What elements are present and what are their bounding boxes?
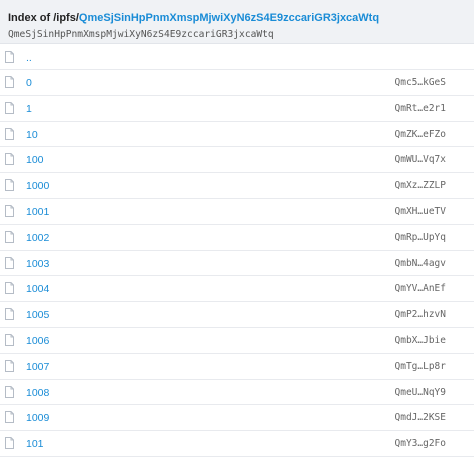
- file-hash: QmTg…Lp8r: [394, 360, 446, 372]
- file-row: 10 QmZK…eFZo: [0, 122, 474, 148]
- file-icon: [5, 204, 14, 217]
- file-row: 1005 QmP2…hzvN: [0, 302, 474, 328]
- file-row: 100 QmWU…Vq7x: [0, 147, 474, 174]
- path-link[interactable]: QmeSjSinHpPnmXmspMjwiXyN6zS4E9zccariGR3j…: [79, 12, 379, 24]
- file-row: 101 QmY3…g2Fo: [0, 431, 474, 457]
- file-icon: [5, 333, 14, 346]
- file-hash: QmXH…ueTV: [394, 205, 446, 217]
- file-name-link[interactable]: 1008: [26, 387, 49, 399]
- file-name-link[interactable]: 1: [26, 103, 32, 115]
- file-row: ..: [0, 47, 474, 70]
- file-hash: QmY3…g2Fo: [394, 438, 446, 450]
- file-row: 1000 QmXz…ZZLP: [0, 173, 474, 199]
- file-hash: QmRp…UpYq: [394, 231, 446, 243]
- file-row: 1007 QmTg…Lp8r: [0, 354, 474, 380]
- file-icon: [5, 101, 14, 114]
- file-icon: [5, 50, 14, 63]
- file-hash: QmeU…NqY9: [394, 386, 446, 398]
- file-name-link[interactable]: 1006: [26, 335, 49, 347]
- file-name-link[interactable]: 1002: [26, 232, 49, 244]
- file-icon: [5, 152, 14, 166]
- file-icon: [5, 127, 14, 140]
- file-hash: QmZK…eFZo: [394, 128, 446, 140]
- file-row: 1006 QmbX…Jbie: [0, 328, 474, 354]
- file-name-link[interactable]: 1003: [26, 258, 49, 270]
- index-title: Index of /ipfs/QmeSjSinHpPnmXmspMjwiXyN6…: [8, 12, 474, 25]
- file-hash: QmdJ…2KSE: [394, 412, 446, 424]
- file-name-link[interactable]: 10: [26, 129, 38, 141]
- file-name-link[interactable]: 101: [26, 438, 44, 450]
- file-hash: QmbX…Jbie: [394, 334, 446, 346]
- directory-listing: Index of /ipfs/QmeSjSinHpPnmXmspMjwiXyN6…: [0, 0, 474, 474]
- file-icon: [5, 256, 14, 269]
- file-list: .. 0 Qmc5…kGeS 1 QmRt…e2r1 10 QmZK…eFZo 100 QmWU…: [0, 44, 474, 457]
- file-hash: QmRt…e2r1: [394, 102, 446, 114]
- file-icon: [5, 230, 14, 243]
- file-icon: [5, 385, 14, 398]
- file-icon: [5, 307, 14, 321]
- file-icon: [5, 359, 14, 372]
- file-name-link[interactable]: 100: [26, 154, 44, 166]
- file-row: 1 QmRt…e2r1: [0, 96, 474, 122]
- file-name-link[interactable]: 1000: [26, 180, 49, 192]
- file-row: 1002 QmRp…UpYq: [0, 225, 474, 251]
- file-icon: [5, 410, 14, 424]
- file-hash: QmP2…hzvN: [394, 309, 446, 321]
- file-name-link[interactable]: 1004: [26, 283, 49, 295]
- parent-directory-link[interactable]: ..: [26, 52, 32, 64]
- file-row: 1001 QmXH…ueTV: [0, 199, 474, 225]
- file-icon: [5, 436, 14, 450]
- file-name-link[interactable]: 1007: [26, 361, 49, 373]
- file-icon: [5, 281, 14, 295]
- file-name-link[interactable]: 1009: [26, 412, 49, 424]
- file-name-link[interactable]: 1001: [26, 206, 49, 218]
- index-prefix: Index of /ipfs/: [8, 12, 79, 24]
- file-row: 1004 QmYV…AnEf: [0, 276, 474, 303]
- file-row: 1009 QmdJ…2KSE: [0, 405, 474, 432]
- file-row: 1008 QmeU…NqY9: [0, 380, 474, 406]
- file-name-link[interactable]: 0: [26, 77, 32, 89]
- file-hash: QmYV…AnEf: [394, 283, 446, 295]
- file-hash: QmXz…ZZLP: [394, 180, 446, 192]
- file-row: 0 Qmc5…kGeS: [0, 70, 474, 96]
- file-hash: Qmc5…kGeS: [394, 77, 446, 88]
- root-cid: QmeSjSinHpPnmXmspMjwiXyN6zS4E9zccariGR3j…: [8, 29, 274, 40]
- file-icon: [5, 75, 14, 88]
- file-name-link[interactable]: 1005: [26, 309, 49, 321]
- file-hash: QmWU…Vq7x: [394, 154, 446, 166]
- listing-header: Index of /ipfs/QmeSjSinHpPnmXmspMjwiXyN6…: [0, 0, 474, 44]
- file-row: 1003 QmbN…4agv: [0, 251, 474, 277]
- file-icon: [5, 178, 14, 192]
- file-hash: QmbN…4agv: [394, 257, 446, 269]
